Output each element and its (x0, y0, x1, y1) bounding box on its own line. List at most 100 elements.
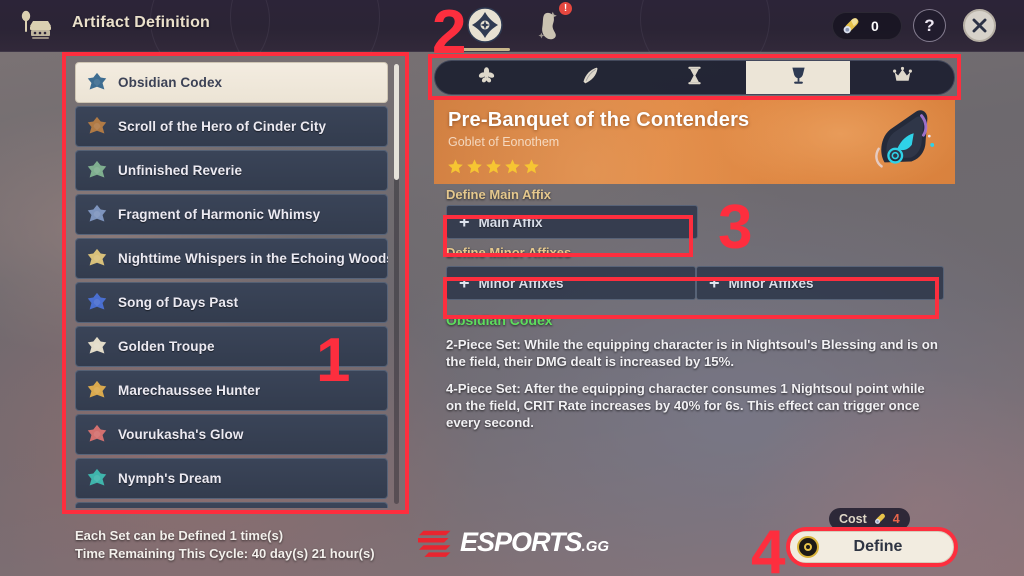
artifact-detail-header: Pre-Banquet of the Contenders Goblet of … (434, 100, 955, 184)
artifact-list-item-label: Scroll of the Hero of Cinder City (118, 119, 327, 134)
minor-affix-section-label: Define Minor Affixes (446, 245, 572, 260)
crown-icon (892, 65, 913, 91)
define-button-label: Define (853, 538, 903, 555)
artifact-list-scroll-area[interactable]: Obsidian Codex Scroll of the Hero of Cind… (75, 62, 388, 508)
plus-icon: + (459, 212, 470, 232)
nighttime-whispers-icon (84, 246, 110, 272)
hourglass-icon (684, 65, 705, 91)
watermark-suffix: .GG (581, 538, 610, 555)
nymphs-dream-icon (84, 466, 110, 492)
list-scrollbar-thumb[interactable] (394, 64, 399, 180)
goblet-icon (788, 65, 809, 91)
artifact-slot-tabs (434, 60, 955, 95)
notification-badge: ! (558, 1, 573, 16)
main-affix-button[interactable]: + Main Affix (446, 205, 698, 239)
artifact-list-item-label: Obsidian Codex (118, 75, 223, 90)
set-bonus-title: Obsidian Codex (446, 312, 553, 328)
flower-icon (476, 65, 497, 91)
cost-value: 4 (892, 512, 900, 526)
artifact-list-item-label: Nighttime Whispers in the Echoing Woods (118, 251, 388, 266)
time-remaining-text: Time Remaining This Cycle: 40 day(s) 21 … (75, 546, 375, 562)
artifact-slot-name: Goblet of Eonothem (448, 135, 560, 149)
alchemy-table-icon (16, 7, 56, 45)
artifact-list-item[interactable] (75, 502, 388, 508)
definition-essence-icon (843, 18, 859, 34)
artifact-list-item[interactable]: Obsidian Codex (75, 62, 388, 103)
watermark-main: ESPORTS (460, 527, 583, 557)
marechaussee-hunter-icon (84, 378, 110, 404)
category-tabs: ! (460, 1, 573, 51)
currency-value: 0 (871, 18, 879, 34)
artifact-detail-body: Define Main Affix + Main Affix Define Mi… (434, 184, 955, 444)
obsidian-codex-icon (84, 70, 110, 96)
esports-gg-watermark: ESPORTS.GG (418, 527, 609, 558)
artifact-list-item[interactable]: Fragment of Harmonic Whimsy (75, 194, 388, 235)
minor-affix-button-1[interactable]: + Minor Affixes (446, 266, 696, 300)
artifact-list-item[interactable]: Unfinished Reverie (75, 150, 388, 191)
minor-affix-button-2-label: Minor Affixes (728, 275, 814, 291)
definition-limit-text: Each Set can be Defined 1 time(s) (75, 528, 284, 543)
artifact-list-item[interactable]: Vourukasha's Glow (75, 414, 388, 455)
artifact-list-item[interactable]: Nighttime Whispers in the Echoing Woods (75, 238, 388, 279)
artifact-list-item[interactable]: Song of Days Past (75, 282, 388, 323)
main-affix-button-label: Main Affix (478, 214, 543, 230)
plus-icon: + (459, 273, 470, 293)
window-header: Artifact Definition ! 0 ? (0, 0, 1024, 52)
artifact-list-item-label: Vourukasha's Glow (118, 427, 244, 442)
cost-tooltip: Cost 4 (829, 508, 910, 535)
rarity-star (523, 158, 540, 180)
goblet-of-eonothem-tab[interactable] (746, 61, 851, 94)
artifact-list-item[interactable]: Scroll of the Hero of Cinder City (75, 106, 388, 147)
page-title: Artifact Definition (72, 14, 211, 31)
artifact-list-item-label: Fragment of Harmonic Whimsy (118, 207, 321, 222)
rarity-star (485, 158, 502, 180)
scroll-hero-cinder-city-icon (84, 114, 110, 140)
list-scrollbar-track[interactable] (394, 64, 399, 504)
minor-affix-button-2[interactable]: + Minor Affixes (696, 266, 944, 300)
rarity-star (466, 158, 483, 180)
song-of-days-past-icon (84, 290, 110, 316)
golden-troupe-icon (84, 334, 110, 360)
artifact-set-list: Obsidian Codex Scroll of the Hero of Cind… (75, 62, 405, 508)
cost-label: Cost (839, 512, 867, 526)
fragment-harmonic-whimsy-icon (84, 202, 110, 228)
minor-affix-button-1-label: Minor Affixes (478, 275, 564, 291)
artifact-list-item[interactable]: Nymph's Dream (75, 458, 388, 499)
artifact-list-item[interactable]: Marechaussee Hunter (75, 370, 388, 411)
artifact-vessel-tab[interactable]: ! (526, 1, 573, 48)
watermark-text: ESPORTS.GG (460, 527, 609, 558)
artifact-list-item-label: Golden Troupe (118, 339, 215, 354)
artifact-list-item-label: Unfinished Reverie (118, 163, 243, 178)
artifact-list-item-label: Song of Days Past (118, 295, 239, 310)
define-button[interactable]: Define (787, 530, 955, 564)
sands-of-eon-tab[interactable] (643, 61, 747, 94)
flower-of-life-tab[interactable] (435, 61, 539, 94)
plus-icon: + (709, 273, 720, 293)
unfinished-reverie-icon (84, 158, 110, 184)
close-icon (972, 18, 987, 33)
rarity-star (504, 158, 521, 180)
artifact-name: Pre-Banquet of the Contenders (448, 109, 750, 131)
cycle-info: Each Set can be Defined 1 time(s) Time R… (75, 527, 375, 564)
artifact-definition-tab[interactable] (460, 2, 510, 51)
define-button-knob-icon (797, 536, 819, 558)
vourukashas-glow-icon (84, 422, 110, 448)
plume-of-death-tab[interactable] (539, 61, 643, 94)
artifact-emblem-icon (462, 2, 508, 48)
help-label: ? (924, 15, 935, 35)
artifact-list-item-label: Nymph's Dream (118, 471, 222, 486)
currency-counter: 0 (832, 12, 902, 40)
plume-icon (580, 65, 601, 91)
help-button[interactable]: ? (913, 9, 946, 42)
artifact-list-item-label: Marechaussee Hunter (118, 383, 261, 398)
set-bonus-4pc: 4-Piece Set: After the equipping charact… (446, 381, 925, 430)
definition-essence-icon (874, 513, 885, 524)
close-button[interactable] (963, 9, 996, 42)
circlet-of-logos-tab[interactable] (850, 61, 954, 94)
goblet-artifact-icon (865, 106, 943, 178)
rarity-star (447, 158, 464, 180)
main-affix-section-label: Define Main Affix (446, 187, 551, 202)
rarity-stars (447, 158, 540, 180)
artifact-list-item[interactable]: Golden Troupe (75, 326, 388, 367)
speed-lines-icon (418, 530, 451, 557)
